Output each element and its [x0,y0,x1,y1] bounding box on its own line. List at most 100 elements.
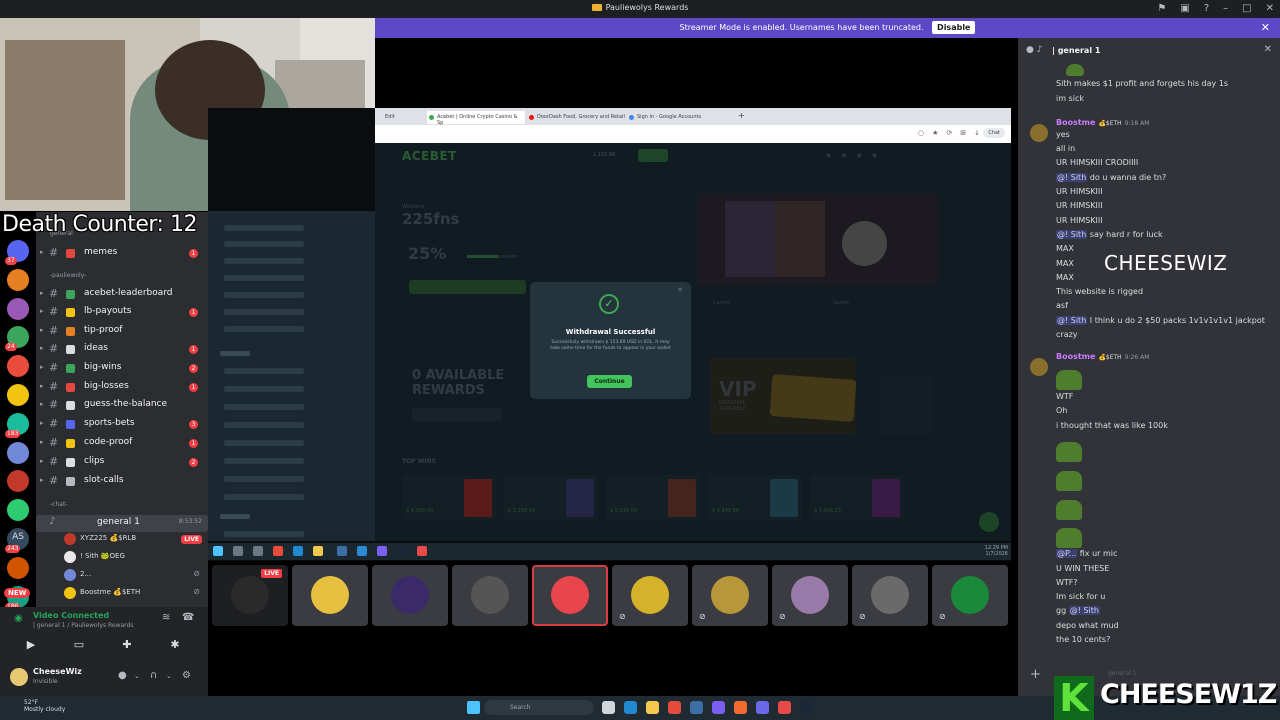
participant-tile[interactable] [452,565,528,626]
channel-item[interactable]: ▸ # acebet-leaderboard [36,287,208,303]
server-icon[interactable] [7,556,29,579]
user-mention[interactable]: @! Sith [1056,230,1088,239]
taskbar-app-icon[interactable] [668,701,681,714]
avatar[interactable] [1030,358,1048,376]
taskbar-app-icon[interactable] [800,701,813,714]
participant-tile[interactable]: ⊘ [772,565,848,626]
add-attachment-icon[interactable]: + [1030,667,1041,682]
continue-button[interactable]: Continue [587,375,632,388]
soundboard-icon[interactable]: ✱ [164,638,186,654]
channel-item[interactable]: ▸ # memes 1 [36,246,208,262]
minimize-icon[interactable]: – [1223,3,1228,14]
voice-user[interactable]: Boostme 💰$ETH ⊘ [62,586,208,601]
voice-user[interactable]: XYZ225 💰$RLB LIVE [62,532,208,547]
channel-item[interactable]: ▸ # big-losses 1 [36,380,208,396]
browser-tab[interactable]: DoorDash Food, Grocery and Retail [527,111,625,124]
mic-icon[interactable]: ● [118,670,127,681]
taskbar-app-icon[interactable] [690,701,703,714]
participant-tile[interactable]: ⊘ [852,565,928,626]
server-icon[interactable] [7,268,29,291]
server-icon[interactable]: 24 [5,326,29,352]
server-icon[interactable] [7,355,29,378]
address-bar[interactable] [375,125,1011,143]
taskbar-app-icon[interactable] [624,701,637,714]
taskbar-app-icon[interactable] [756,701,769,714]
channel-item[interactable]: ▸ # big-wins 2 [36,361,208,377]
participant-tile[interactable]: ⊘ [932,565,1008,626]
channel-item[interactable]: ▸ # clips 2 [36,455,208,471]
message-author[interactable]: Boostme 💰$ETH 9:18 AM [1056,118,1149,127]
close-icon[interactable]: ✕ [1266,3,1274,14]
headphones-icon[interactable]: ∩ [150,670,157,681]
participant-tile[interactable]: ⊘ [612,565,688,626]
user-mention[interactable]: @! Sith [1056,316,1088,325]
avatar[interactable] [10,668,28,686]
disconnect-icon[interactable]: ☎ [182,612,194,623]
channel-item[interactable]: ▸ # slot-calls [36,474,208,490]
participant-tile[interactable] [292,565,368,626]
server-as[interactable]: AS [0,532,36,542]
browser-chat-button[interactable]: Chat [983,128,1005,138]
inbox-icon[interactable]: ⚑ [1157,3,1166,14]
channel-item[interactable]: ▸ # tip-proof [36,324,208,340]
taskbar-app-icon[interactable] [646,701,659,714]
category-pauliewoly[interactable]: -pauliewoly- [50,272,86,279]
voice-user[interactable]: ! Sith 🐸OEG [62,550,208,565]
voice-channel-general-1[interactable]: ♪ general 1 8:53:52 [36,515,208,532]
server-icon[interactable]: 37 [5,240,29,265]
help-icon[interactable]: ? [1204,3,1209,14]
maximize-icon[interactable]: □ [1242,3,1251,14]
windows-start-icon[interactable] [467,701,480,714]
browser-tab[interactable]: Sign in - Google Accounts [627,111,725,124]
avatar[interactable] [1030,124,1048,142]
category-chat[interactable]: -chat- [50,501,67,508]
channel-item[interactable]: ▸ # ideas 1 [36,342,208,358]
channel-item[interactable]: ▸ # code-proof 1 [36,436,208,452]
participant-tile[interactable]: LIVE [212,565,288,626]
participant-tile[interactable] [532,565,608,626]
new-badge[interactable]: NEW [4,588,31,598]
modal-close-icon[interactable]: ✕ [677,286,683,294]
channel-item[interactable]: ▸ # guess-the-balance [36,398,208,414]
server-icon[interactable] [7,441,29,464]
taskbar-app-icon[interactable] [712,701,725,714]
banner-close-icon[interactable]: ✕ [1261,18,1270,38]
user-mention[interactable]: @! Sith [1068,606,1100,615]
browser-tab[interactable]: Acebet | Online Crypto Casino & Sp [427,111,525,126]
server-icon[interactable] [7,383,29,406]
gear-icon[interactable]: ⚙ [182,670,191,681]
signal-icon[interactable]: ◉ [14,613,23,624]
activities-icon[interactable]: ✚ [116,638,138,654]
unread-badge: 2 [189,458,198,467]
participant-tile[interactable] [372,565,448,626]
noise-suppression-icon[interactable]: ≋ [162,612,170,623]
screen-icon[interactable]: ▣ [1180,3,1189,14]
chat-message: Im sick for u [1056,592,1105,601]
participant-tile[interactable]: ⊘ [692,565,768,626]
server-icon[interactable] [7,470,29,493]
server-icon[interactable] [7,297,29,320]
voice-user-name: XYZ225 💰$RLB [80,534,137,542]
user-mention[interactable]: @P... [1056,549,1078,558]
chevron-down-icon[interactable]: ⌄ [166,672,172,680]
browser-tab[interactable]: Edit [375,111,425,124]
new-tab-icon[interactable]: + [728,111,745,124]
server-icon[interactable]: 183 [5,412,29,438]
weather-widget[interactable]: 52°F Mostly cloudy [24,699,65,713]
close-icon[interactable]: ✕ [1264,44,1272,55]
taskbar-search[interactable]: Search [484,700,594,715]
message-author[interactable]: Boostme 💰$ETH 9:26 AM [1056,352,1149,361]
disable-button[interactable]: Disable [932,21,976,34]
camera-icon[interactable]: ▶ [20,638,42,654]
user-mention[interactable]: @! Sith [1056,173,1088,182]
taskbar-app-icon[interactable] [734,701,747,714]
screenshare-icon[interactable]: ▭ [68,638,90,654]
chevron-down-icon[interactable]: ⌄ [134,672,140,680]
taskbar-app-icon[interactable] [602,701,615,714]
channel-name: slot-calls [84,475,124,485]
voice-user[interactable]: 2... ⊘ [62,568,208,583]
server-icon[interactable] [7,499,29,522]
channel-item[interactable]: ▸ # sports-bets 3 [36,417,208,433]
channel-item[interactable]: ▸ # lb-payouts 1 [36,305,208,321]
taskbar-app-icon[interactable] [778,701,791,714]
